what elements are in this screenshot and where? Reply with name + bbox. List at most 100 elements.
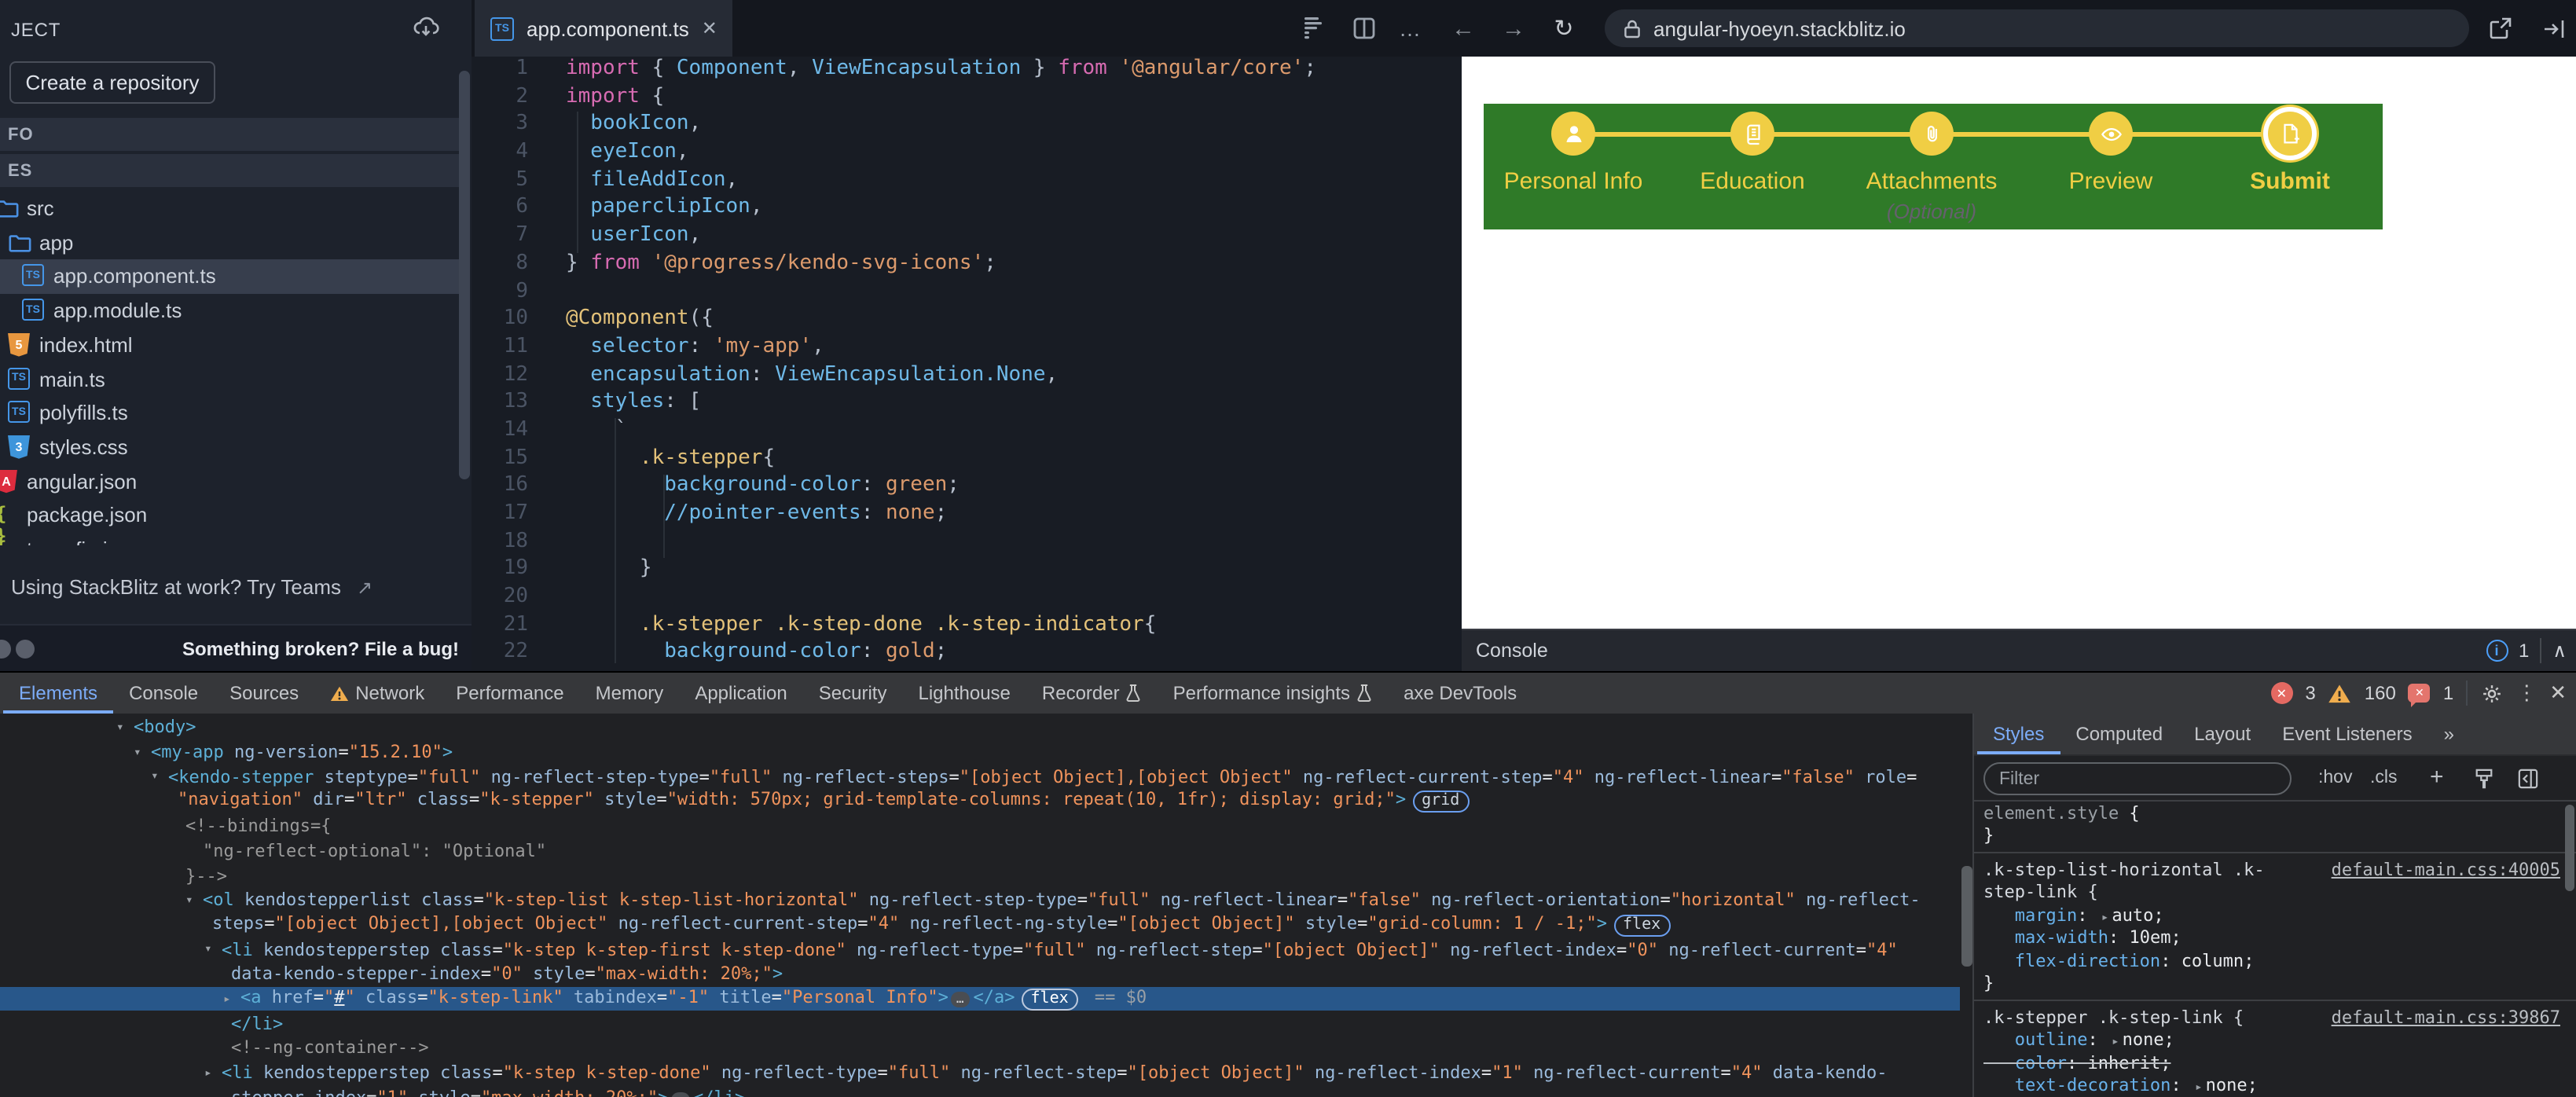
code-line-7[interactable]: 7 userIcon, (472, 223, 1462, 251)
code-line-4[interactable]: 4 eyeIcon, (472, 140, 1462, 167)
css-selector-line[interactable]: step-link { (1974, 881, 2576, 904)
dock-panel-icon[interactable] (2540, 0, 2568, 57)
file-a-bug-link[interactable]: Something broken? File a bug! (182, 637, 459, 659)
preview-forward-icon[interactable]: → (1499, 0, 1528, 57)
file-row-angular.json[interactable]: Aangular.json (0, 464, 459, 499)
kebab-menu-icon[interactable]: ⋮ (2516, 681, 2537, 706)
file-row-app.module.ts[interactable]: TSapp.module.ts (0, 294, 459, 328)
new-style-rule-icon[interactable]: + (2430, 764, 2444, 791)
sidebar-section-files[interactable]: ES (0, 154, 459, 187)
warning-icon[interactable] (2328, 683, 2352, 703)
css-selector-line[interactable]: element.style { (1974, 802, 2576, 824)
step-indicator-paperclip-icon[interactable] (1910, 112, 1954, 156)
preview-console-bar[interactable]: Console i 1 ∧ (1462, 629, 2576, 671)
code-line-5[interactable]: 5 fileAddIcon, (472, 168, 1462, 196)
dom-tree-row[interactable]: ▸<a href="#" class="k-step-link" tabinde… (0, 986, 1960, 1011)
stylesheet-source-link[interactable]: default-main.css:40005 (2332, 860, 2560, 880)
collapse-arrow-icon[interactable]: ▾ (116, 720, 124, 734)
expand-arrow-icon[interactable]: ▸ (204, 1066, 212, 1080)
discord-icon[interactable] (16, 639, 35, 658)
dom-tree-row[interactable]: "navigation" dir="ltr" class="k-stepper"… (0, 789, 1960, 813)
dom-tree-row[interactable]: ▾<body> (0, 715, 1960, 739)
dom-tree-row[interactable]: ▾<li kendostepperstep class="k-step k-st… (0, 937, 1960, 962)
sidebar-section-info[interactable]: FO (0, 118, 459, 151)
computed-sidebar-icon[interactable] (2518, 769, 2538, 789)
file-row-styles.css[interactable]: 3styles.css (0, 431, 459, 465)
step-label[interactable]: Submit (2200, 168, 2380, 195)
layout-badge[interactable]: flex (1613, 915, 1670, 937)
css-selector-line[interactable]: .k-step-list-horizontal .k-default-main.… (1974, 858, 2576, 881)
inline-expand-icon[interactable]: … (671, 1092, 690, 1097)
styles-filter-input[interactable] (1983, 762, 2292, 795)
stylesheet-source-link[interactable]: default-main.css:39867 (2332, 1007, 2560, 1028)
code-line-22[interactable]: 22 background-color: gold; (472, 640, 1462, 668)
issues-icon[interactable]: ✕ (2409, 684, 2431, 703)
teams-promo-link[interactable]: Using StackBlitz at work? Try Teams↗ (11, 575, 372, 599)
styles-subtab-»[interactable]: » (2428, 714, 2470, 754)
dom-tree-row[interactable]: data-kendo-stepper-index="0" style="max-… (0, 962, 1960, 986)
create-repository-button[interactable]: Create a repository (9, 61, 215, 104)
expand-arrow-icon[interactable]: ▸ (223, 991, 231, 1005)
devtools-tab-performance-insights[interactable]: Performance insights (1158, 673, 1388, 714)
devtools-tab-elements[interactable]: Elements (3, 673, 113, 714)
cls-toggle[interactable]: .cls (2370, 769, 2398, 787)
step-indicator-eye-icon[interactable] (2089, 112, 2133, 156)
community-icon[interactable] (0, 639, 11, 658)
file-row-src[interactable]: src (0, 192, 459, 226)
close-tab-icon[interactable]: ✕ (702, 17, 717, 39)
css-selector-line[interactable]: .k-stepper .k-step-link {default-main.cs… (1974, 1006, 2576, 1029)
hov-toggle[interactable]: :hov (2318, 769, 2353, 787)
more-options-icon[interactable]: … (1396, 0, 1424, 57)
step-label[interactable]: Education (1663, 168, 1842, 195)
layout-badge[interactable]: flex (1022, 989, 1078, 1011)
code-editor[interactable]: 1import { Component, ViewEncapsulation }… (472, 57, 1462, 671)
code-line-2[interactable]: 2import { (472, 84, 1462, 112)
dom-tree-row[interactable]: ▸<li kendostepperstep class="k-step k-st… (0, 1061, 1960, 1085)
devtools-tab-security[interactable]: Security (803, 673, 903, 714)
devtools-tab-performance[interactable]: Performance (440, 673, 579, 714)
cloud-download-icon[interactable] (412, 14, 440, 42)
preview-back-icon[interactable]: ← (1449, 0, 1477, 57)
collapse-console-icon[interactable]: ∧ (2552, 640, 2567, 662)
dom-tree-row[interactable]: stepper-index="1" style="max-width: 20%;… (0, 1085, 1960, 1097)
css-property-row[interactable]: text-decoration: ▸none; (1974, 1074, 2576, 1097)
file-row-main.ts[interactable]: TSmain.ts (0, 362, 459, 397)
file-row-package.json[interactable]: { }package.json (0, 499, 459, 534)
devtools-tab-recorder[interactable]: Recorder (1026, 673, 1158, 714)
dom-tree-row[interactable]: ▾<kendo-stepper steptype="full" ng-refle… (0, 765, 1960, 789)
devtools-tab-console[interactable]: Console (113, 673, 214, 714)
file-row-polyfills.ts[interactable]: TSpolyfills.ts (0, 396, 459, 431)
elements-scrollbar[interactable] (1961, 866, 1972, 967)
code-line-13[interactable]: 13 styles: [ (472, 391, 1462, 418)
step-label[interactable]: Preview (2021, 168, 2200, 195)
styles-subtab-styles[interactable]: Styles (1977, 714, 2060, 754)
code-line-1[interactable]: 1import { Component, ViewEncapsulation }… (472, 57, 1462, 84)
step-label[interactable]: Personal Info (1484, 168, 1663, 195)
close-devtools-icon[interactable]: ✕ (2549, 681, 2567, 706)
code-line-11[interactable]: 11 selector: 'my-app', (472, 335, 1462, 362)
collapse-arrow-icon[interactable]: ▾ (151, 769, 159, 783)
code-line-3[interactable]: 3 bookIcon, (472, 112, 1462, 140)
code-line-12[interactable]: 12 encapsulation: ViewEncapsulation.None… (472, 362, 1462, 390)
dom-tree-row[interactable]: "ng-reflect-optional": "Optional" (0, 838, 1960, 863)
step-indicator-book-icon[interactable] (1730, 112, 1774, 156)
code-line-18[interactable]: 18 (472, 529, 1462, 556)
editor-tab-app-component[interactable]: TS app.component.ts ✕ (475, 0, 732, 57)
code-line-21[interactable]: 21 .k-stepper .k-step-done .k-step-indic… (472, 613, 1462, 640)
layout-badge[interactable]: grid (1412, 791, 1469, 813)
devtools-tab-application[interactable]: Application (679, 673, 802, 714)
dom-tree-row[interactable]: <!--ng-container--> (0, 1036, 1960, 1060)
code-line-8[interactable]: 8} from '@progress/kendo-svg-icons'; (472, 251, 1462, 279)
css-property-row[interactable]: max-width: 10em; (1974, 926, 2576, 949)
devtools-tab-lighthouse[interactable]: Lighthouse (902, 673, 1026, 714)
dom-tree-row[interactable]: ▾<my-app ng-version="15.2.10"> (0, 739, 1960, 764)
rendering-emulation-icon[interactable] (2474, 769, 2494, 789)
code-line-20[interactable]: 20 (472, 585, 1462, 612)
step-indicator-file-add-icon[interactable] (2268, 112, 2312, 156)
collapse-arrow-icon[interactable]: ▾ (204, 942, 212, 956)
css-property-row[interactable]: outline: ▸none; (1974, 1029, 2576, 1051)
step-indicator-user-icon[interactable] (1551, 112, 1595, 156)
code-line-15[interactable]: 15 .k-stepper{ (472, 446, 1462, 473)
inline-expand-icon[interactable]: … (952, 992, 971, 1007)
devtools-tab-network[interactable]: Network (314, 673, 440, 714)
